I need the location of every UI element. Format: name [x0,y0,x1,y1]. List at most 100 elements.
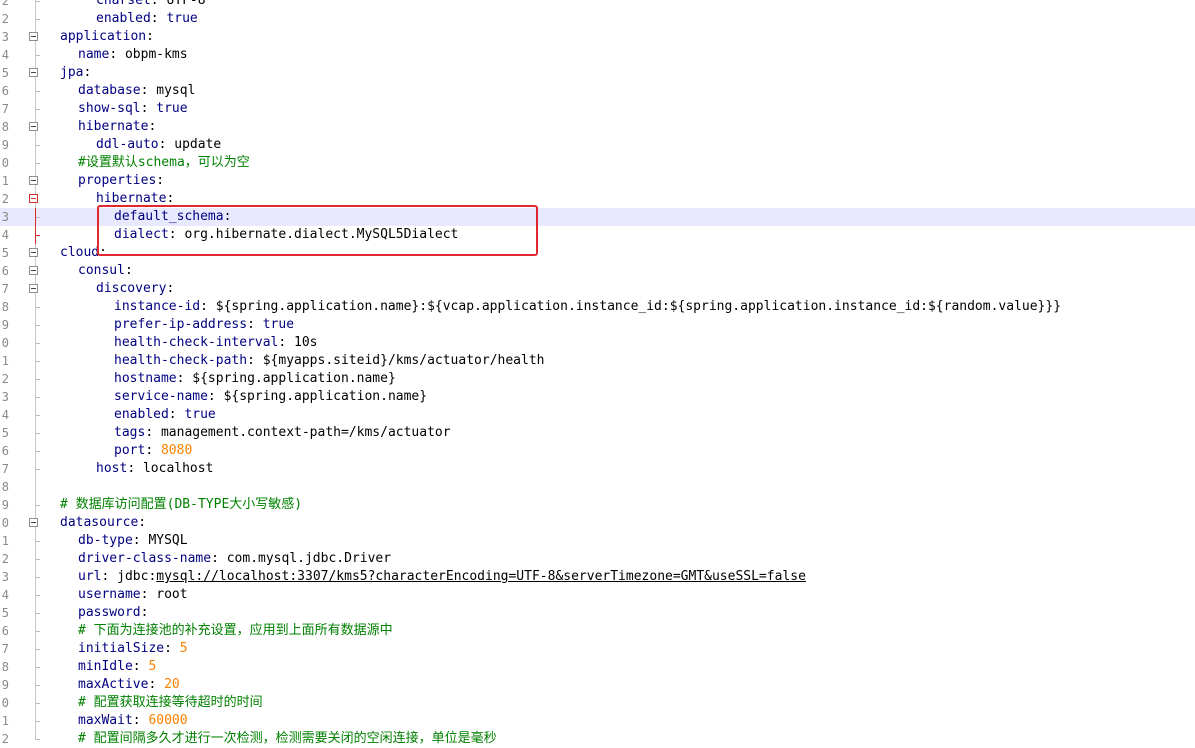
line-number: 9 [1,318,9,332]
code-line[interactable]: 3 service-name: ${spring.application.name… [0,388,1195,406]
yaml-value: true [166,11,198,26]
code-editor[interactable]: 2 charset: UTF-8 2 enabled: true 3 applicatio… [0,0,1195,746]
fold-tick [35,541,40,542]
fold-toggle-icon[interactable] [29,32,38,41]
code-line[interactable]: 5 jpa: [0,64,1195,82]
yaml-key: service-name [114,389,208,404]
code-text: health-check-path: ${myapps.siteid}/kms/… [114,353,545,368]
fold-toggle-icon[interactable] [29,176,38,185]
code-line[interactable]: 6 consul: [0,262,1195,280]
code-line[interactable]: 9 # 数据库访问配置(DB-TYPE大小写敏感) [0,496,1195,514]
code-text: # 下面为连接池的补充设置，应用到上面所有数据源中 [78,622,393,640]
code-line[interactable]: 7 host: localhost [0,460,1195,478]
code-text: name: obpm-kms [78,47,188,62]
code-line[interactable]: 9 ddl-auto: update [0,136,1195,154]
yaml-key: db-type [78,533,133,548]
code-line[interactable]: 6 database: mysql [0,82,1195,100]
code-line[interactable]: 1 properties: [0,172,1195,190]
line-number: 6 [1,264,9,278]
code-line[interactable]: 3 url: jdbc:mysql://localhost:3307/kms5?c… [0,568,1195,586]
code-line[interactable]: 9 maxActive: 20 [0,676,1195,694]
line-number: 7 [1,102,9,116]
code-line[interactable]: 2 # 配置间隔多久才进行一次检测，检测需要关闭的空闲连接，单位是毫秒 [0,730,1195,748]
code-line[interactable]: 4 enabled: true [0,406,1195,424]
line-number: 3 [1,390,9,404]
code-line[interactable]: 7 show-sql: true [0,100,1195,118]
code-line[interactable]: 8 minIdle: 5 [0,658,1195,676]
code-text: properties: [78,173,172,188]
code-line[interactable]: 9 prefer-ip-address: true [0,316,1195,334]
line-number: 2 [1,0,9,8]
line-number: 4 [1,408,9,422]
fold-tick [35,469,40,470]
line-number: 6 [1,444,9,458]
code-line[interactable]: 1 health-check-path: ${myapps.siteid}/kms… [0,352,1195,370]
fold-toggle-icon[interactable] [29,518,38,527]
code-line[interactable]: 0 health-check-interval: 10s [0,334,1195,352]
code-line[interactable]: 2 driver-class-name: com.mysql.jdbc.Drive… [0,550,1195,568]
code-text: maxWait: 60000 [78,713,188,728]
fold-tick [35,667,40,668]
fold-toggle-icon[interactable] [29,122,38,131]
fold-toggle-icon[interactable] [29,266,38,275]
fold-tick [35,721,40,722]
yaml-key: properties [78,173,157,188]
code-text: service-name: ${spring.application.name} [114,389,428,404]
code-line[interactable]: 8 [0,478,1195,496]
code-text: maxActive: 20 [78,677,180,692]
code-line[interactable]: 5 tags: management.context-path=/kms/actu… [0,424,1195,442]
line-number: 8 [1,480,9,494]
yaml-key: jpa [60,65,84,80]
yaml-key: ddl-auto [96,137,159,152]
code-line[interactable]: 2 charset: UTF-8 [0,0,1195,10]
line-number: 3 [1,570,9,584]
code-line[interactable]: 7 initialSize: 5 [0,640,1195,658]
fold-toggle-icon[interactable] [29,194,38,203]
code-line[interactable]: 0 # 配置获取连接等待超时的时间 [0,694,1195,712]
code-text: hibernate: [78,119,165,134]
yaml-value: 20 [164,677,180,692]
yaml-key: health-check-path [114,353,248,368]
code-line[interactable]: 6 port: 8080 [0,442,1195,460]
yaml-key: application [60,29,147,44]
yaml-key: url [78,569,102,584]
code-line[interactable]: 2 enabled: true [0,10,1195,28]
yaml-key: host [96,461,128,476]
fold-tick [35,613,40,614]
code-line[interactable]: 0 datasource: [0,514,1195,532]
code-line[interactable]: 4 name: obpm-kms [0,46,1195,64]
yaml-key: database [78,83,141,98]
code-line[interactable]: 7 discovery: [0,280,1195,298]
line-number: 3 [1,30,9,44]
fold-toggle-icon[interactable] [29,68,38,77]
code-line[interactable]: 2 hostname: ${spring.application.name} [0,370,1195,388]
yaml-key: discovery [96,281,167,296]
yaml-value: ${spring.application.name}:${vcap.applic… [215,299,1062,314]
code-line[interactable]: 6 # 下面为连接池的补充设置，应用到上面所有数据源中 [0,622,1195,640]
code-line[interactable]: 0 #设置默认schema，可以为空 [0,154,1195,172]
fold-tick [35,19,40,20]
code-line[interactable]: 8 hibernate: [0,118,1195,136]
fold-tick [35,685,40,686]
line-number: 5 [1,246,9,260]
code-line[interactable]: 1 db-type: MYSQL [0,532,1195,550]
line-number: 4 [1,48,9,62]
yaml-key: password [78,605,141,620]
code-line[interactable]: 1 maxWait: 60000 [0,712,1195,730]
line-number: 5 [1,606,9,620]
code-text: minIdle: 5 [78,659,157,674]
code-line[interactable]: 3 application: [0,28,1195,46]
url-link[interactable]: mysql://localhost:3307/kms5?characterEnc… [156,569,806,584]
yaml-value: UTF-8 [166,0,206,8]
code-text: health-check-interval: 10s [114,335,318,350]
code-line[interactable]: 4 username: root [0,586,1195,604]
fold-tick [35,307,40,308]
line-number: 4 [1,228,9,242]
code-line[interactable]: 5 password: [0,604,1195,622]
code-text: port: 8080 [114,443,193,458]
fold-toggle-icon[interactable] [29,284,38,293]
fold-toggle-icon[interactable] [29,248,38,257]
code-text: username: root [78,587,188,602]
yaml-key: enabled [114,407,169,422]
code-line[interactable]: 8 instance-id: ${spring.application.name}… [0,298,1195,316]
